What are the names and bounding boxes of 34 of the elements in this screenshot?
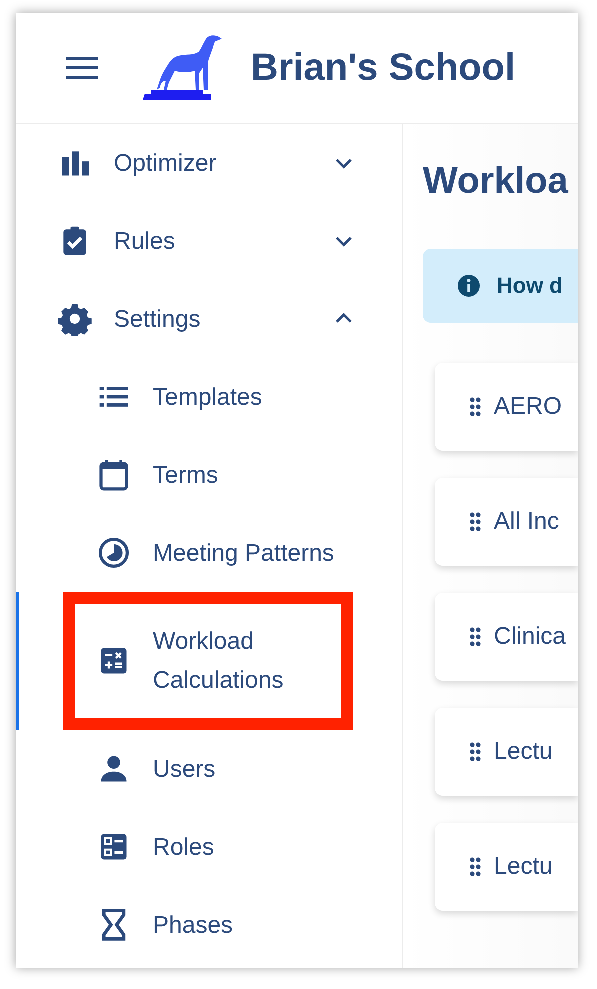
drag-handle-icon[interactable] — [469, 742, 482, 762]
card-label: All Inc — [494, 508, 560, 536]
drag-handle-icon[interactable] — [469, 397, 482, 417]
workload-card[interactable]: Clinica — [435, 593, 578, 681]
school-title: Brian's School — [251, 46, 516, 90]
drag-handle-icon[interactable] — [469, 857, 482, 877]
card-label: Clinica — [494, 623, 566, 651]
nav-item[interactable]: Optimizer — [16, 124, 402, 202]
nav-item[interactable]: Settings — [16, 280, 402, 358]
nav-item[interactable]: Meeting Patterns — [16, 514, 402, 592]
workload-card[interactable]: AERO — [435, 363, 578, 451]
nav-item[interactable]: Rules — [16, 202, 402, 280]
info-icon — [457, 274, 481, 298]
page-title: Workloa — [423, 160, 570, 202]
nav-item[interactable]: Terms — [16, 436, 402, 514]
nav-item[interactable]: Users — [16, 730, 402, 808]
drag-handle-icon[interactable] — [469, 627, 482, 647]
nav-item[interactable]: Templates — [16, 358, 402, 436]
card-label: Lectu — [494, 738, 553, 766]
clock-icon — [97, 536, 131, 570]
drag-handle-icon[interactable] — [469, 512, 482, 532]
menu-icon[interactable] — [66, 57, 98, 79]
card-label: Lectu — [494, 853, 553, 881]
card-label: AERO — [494, 393, 562, 421]
settings-icon — [58, 302, 92, 336]
info-text: How d — [497, 273, 563, 299]
nav-item[interactable]: Phases — [16, 886, 402, 964]
calendar-icon — [97, 458, 131, 492]
workload-card[interactable]: Lectu — [435, 708, 578, 796]
nav-item[interactable]: Roles — [16, 808, 402, 886]
workload-card[interactable]: All Inc — [435, 478, 578, 566]
workload-card[interactable]: Lectu — [435, 823, 578, 911]
nav-item[interactable]: Workload Calculations — [16, 592, 402, 730]
info-banner[interactable]: How d — [423, 249, 578, 323]
